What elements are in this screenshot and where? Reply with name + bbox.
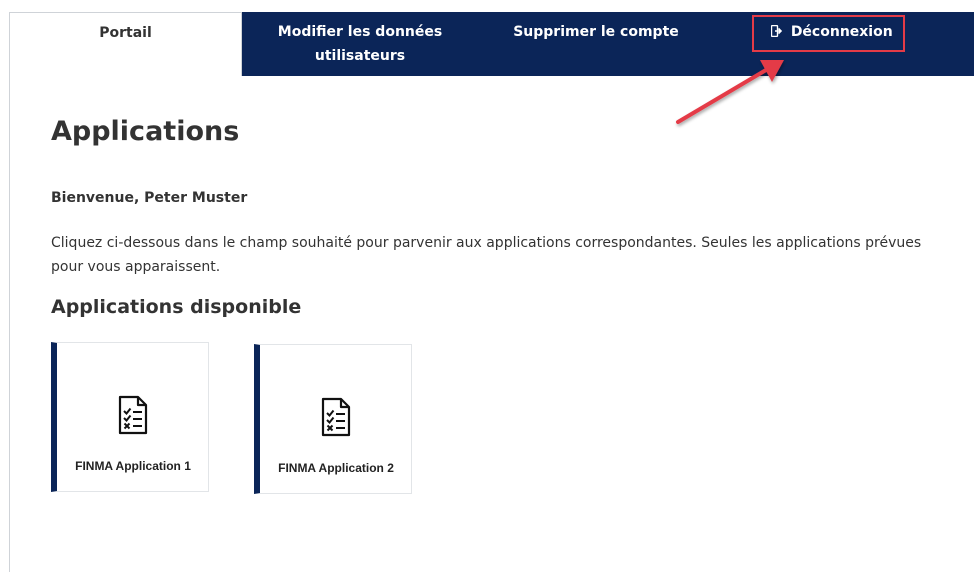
app-card-1-label: FINMA Application 1: [75, 459, 191, 473]
app-card-2-label: FINMA Application 2: [278, 461, 394, 475]
page-title: Applications: [51, 116, 240, 147]
checklist-document-icon: [118, 395, 148, 435]
tab-portail[interactable]: Portail: [10, 12, 242, 76]
tab-portail-label: Portail: [99, 25, 152, 41]
annotation-arrow: [676, 60, 784, 124]
tab-supprimer-compte-label: Supprimer le compte: [513, 24, 679, 40]
logout-highlight-box: [752, 15, 905, 52]
tab-modifier-donnees-label: Modifier les données utilisateurs: [277, 24, 443, 64]
instructions-text: Cliquez ci-dessous dans le champ souhait…: [51, 235, 922, 275]
tab-modifier-donnees[interactable]: Modifier les données utilisateurs: [242, 12, 478, 76]
section-title: Applications disponible: [51, 296, 302, 318]
app-card-2[interactable]: FINMA Application 2: [254, 344, 412, 494]
checklist-document-icon: [321, 397, 351, 437]
app-card-1[interactable]: FINMA Application 1: [51, 342, 209, 492]
welcome-message: Bienvenue, Peter Muster: [51, 190, 248, 206]
